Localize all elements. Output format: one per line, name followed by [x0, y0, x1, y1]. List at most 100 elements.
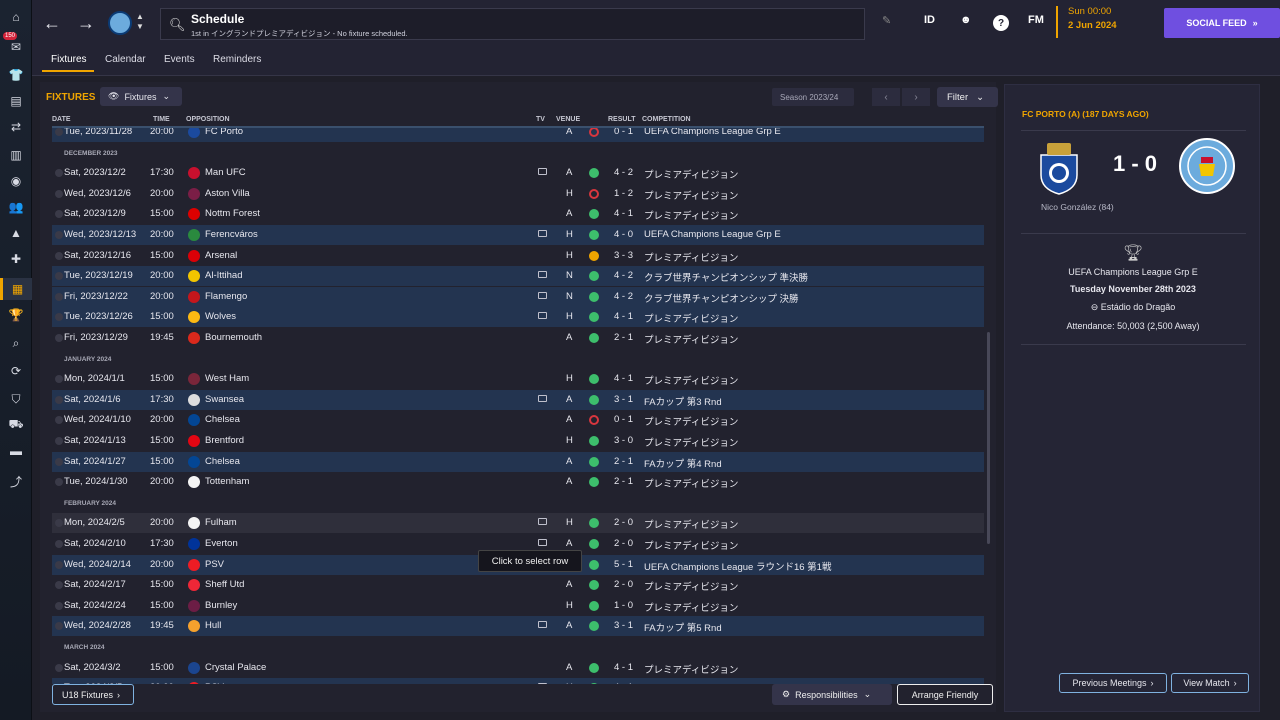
table-scrollbar[interactable]	[987, 332, 990, 544]
row-select-dot[interactable]	[55, 663, 63, 672]
table-row[interactable]: Sat, 2024/1/27 15:00 Chelsea A 2 - 1 FAカップ 第4…	[52, 451, 984, 472]
row-select-dot[interactable]	[55, 540, 63, 548]
fixture-competition[interactable]: プレミアディビジョン	[644, 250, 738, 264]
fixture-competition[interactable]: プレミアディビジョン	[644, 435, 738, 449]
finances-icon[interactable]: ▬	[7, 442, 25, 460]
row-select-dot[interactable]	[55, 272, 63, 281]
fixture-opposition[interactable]: Arsenal	[205, 250, 237, 261]
transfers-icon[interactable]: ⟳	[7, 362, 25, 380]
fixture-competition[interactable]: プレミアディビジョン	[644, 208, 738, 222]
table-row[interactable]: Sat, 2024/2/24 15:00 Burnley H 1 - 0 プレミアディビジ…	[52, 596, 984, 616]
row-select-dot[interactable]	[55, 231, 63, 239]
fixture-competition[interactable]: プレミアディビジョン	[644, 517, 738, 531]
fixture-competition[interactable]: プレミアディビジョン	[644, 538, 738, 552]
medical-icon[interactable]: ✚	[7, 250, 25, 268]
u18-fixtures-button[interactable]: U18 Fixtures ›	[52, 684, 134, 705]
fixture-competition[interactable]: プレミアディビジョン	[644, 476, 738, 490]
responsibilities-button[interactable]: ⚙ Responsibilities ⌄	[772, 684, 892, 705]
row-select-dot[interactable]	[55, 622, 63, 631]
fixture-competition[interactable]: クラブ世界チャンピオンシップ 決勝	[644, 291, 799, 305]
fixture-opposition[interactable]: Flamengo	[205, 291, 247, 302]
fixture-opposition[interactable]: FC Porto	[205, 128, 243, 137]
previous-meetings-button[interactable]: Previous Meetings ›	[1059, 673, 1167, 693]
competitions-icon[interactable]: 🏆	[7, 306, 25, 324]
fixture-competition[interactable]: プレミアディビジョン	[644, 311, 738, 325]
prev-season-button[interactable]: ‹	[872, 88, 900, 106]
fixture-opposition[interactable]: Sheff Utd	[205, 579, 244, 590]
row-select-dot[interactable]	[55, 478, 63, 487]
table-row[interactable]: Sat, 2024/1/6 17:30 Swansea A 3 - 1 FAカップ 第3 …	[52, 389, 984, 410]
table-row[interactable]: Sat, 2023/12/2 17:30 Man UFC A 4 - 2 プレミアディビジ…	[52, 163, 984, 183]
game-date[interactable]: Sun 00:00 2 Jun 2024	[1056, 6, 1117, 38]
fixture-opposition[interactable]: West Ham	[205, 373, 249, 384]
filter-button[interactable]: Filter ⌄	[937, 87, 998, 107]
table-row[interactable]: Sat, 2024/2/17 15:00 Sheff Utd A 2 - 0 プレミアディ…	[52, 575, 984, 595]
man-city-crest-icon[interactable]	[1179, 138, 1235, 194]
fixture-opposition[interactable]: Wolves	[205, 311, 236, 322]
back-arrow-icon[interactable]: ←	[40, 11, 64, 35]
table-row[interactable]: Wed, 2024/1/10 20:00 Chelsea A 0 - 1 プレミアディビジ…	[52, 410, 984, 430]
social-feed-button[interactable]: SOCIAL FEED »	[1164, 8, 1280, 38]
fixture-opposition[interactable]: Chelsea	[205, 414, 240, 425]
fixture-opposition[interactable]: Al-Ittihad	[205, 270, 243, 281]
col-result[interactable]: RESULT	[608, 116, 635, 123]
row-select-dot[interactable]	[55, 457, 63, 466]
squad-icon[interactable]: 👕	[7, 66, 25, 84]
fm-menu-button[interactable]: FM	[1028, 14, 1044, 26]
fixtures-view-dropdown[interactable]: 👁︎ Fixtures ⌄	[100, 87, 182, 106]
table-row[interactable]: Tue, 2024/1/30 20:00 Tottenham A 2 - 1 プレミアディ…	[52, 472, 984, 492]
table-row[interactable]: Mon, 2024/2/5 20:00 Fulham H 2 - 0 プレミアディビジョン	[52, 513, 984, 534]
row-select-dot[interactable]	[55, 334, 63, 342]
table-row[interactable]: Wed, 2024/2/28 19:45 Hull A 3 - 1 FAカップ 第5 Rn…	[52, 616, 984, 637]
dynamics-icon[interactable]: ▤	[7, 92, 25, 110]
forward-arrow-icon[interactable]: →	[74, 11, 98, 35]
data-hub-icon[interactable]: ▥	[7, 146, 25, 164]
schedule-icon[interactable]: ▦	[0, 278, 32, 300]
fc-porto-crest-icon[interactable]	[1037, 139, 1081, 195]
col-tv[interactable]: TV	[536, 116, 545, 123]
row-select-dot[interactable]	[55, 560, 63, 569]
row-select-dot[interactable]	[55, 292, 63, 301]
fixture-opposition[interactable]: Fulham	[205, 517, 237, 528]
row-select-dot[interactable]	[55, 189, 63, 198]
row-select-dot[interactable]	[55, 251, 63, 260]
fixture-competition[interactable]: UEFA Champions League ラウンド16 第1戦	[644, 559, 831, 573]
dev-centre-icon[interactable]: ⤴	[7, 472, 25, 490]
club-info-icon[interactable]: ⛉	[7, 390, 25, 408]
row-select-dot[interactable]	[55, 601, 63, 610]
club-crest-icon[interactable]	[108, 11, 132, 35]
row-select-dot[interactable]	[55, 210, 63, 219]
fixture-opposition[interactable]: Swansea	[205, 394, 244, 405]
fixture-competition[interactable]: プレミアディビジョン	[644, 332, 738, 346]
table-row[interactable]: Tue, 2023/12/19 20:00 Al-Ittihad N 4 - 2 クラブ世…	[52, 266, 984, 287]
fixture-opposition[interactable]: Hull	[205, 620, 221, 631]
row-select-dot[interactable]	[55, 437, 63, 445]
club-vision-icon[interactable]: ⛟	[7, 416, 25, 434]
table-row[interactable]: Wed, 2023/12/13 20:00 Ferencváros H 4 - 0 UEF…	[52, 225, 984, 245]
tactics-icon[interactable]: ⇄	[7, 118, 25, 136]
fixture-opposition[interactable]: PSV	[205, 559, 224, 570]
table-row[interactable]: Sat, 2023/12/9 15:00 Nottm Forest A 4 - 1 プレミ…	[52, 204, 984, 224]
table-row[interactable]: Fri, 2023/12/29 19:45 Bournemouth A 2 - 1 プレミ…	[52, 328, 984, 348]
next-season-button[interactable]: ›	[902, 88, 930, 106]
table-row[interactable]: Tue, 2023/12/26 15:00 Wolves H 4 - 1 プレミアディビジ…	[52, 307, 984, 328]
table-row[interactable]: Sat, 2023/12/16 15:00 Arsenal H 3 - 3 プレミアディビ…	[52, 246, 984, 266]
tab-events[interactable]: Events	[164, 54, 195, 65]
row-select-dot[interactable]	[55, 519, 63, 528]
tab-reminders[interactable]: Reminders	[213, 54, 261, 65]
table-row[interactable]: Sat, 2024/1/13 15:00 Brentford H 3 - 0 プレミアディ…	[52, 431, 984, 451]
tab-fixtures[interactable]: Fixtures	[51, 54, 87, 65]
table-row[interactable]: Wed, 2023/12/6 20:00 Aston Villa H 1 - 2 プレミア…	[52, 184, 984, 204]
fixture-opposition[interactable]: Chelsea	[205, 456, 240, 467]
fixture-opposition[interactable]: Brentford	[205, 435, 244, 446]
fixture-opposition[interactable]: Burnley	[205, 600, 237, 611]
fixture-competition[interactable]: UEFA Champions League Grp E	[644, 229, 781, 240]
search-bar[interactable]: 🔍︎ Schedule 1st in イングランドプレミアディビジョン - No…	[160, 8, 865, 40]
col-time[interactable]: TIME	[153, 116, 170, 123]
fixture-competition[interactable]: FAカップ 第4 Rnd	[644, 456, 722, 470]
col-competition[interactable]: COMPETITION	[642, 116, 691, 123]
club-switch-chevrons-icon[interactable]: ▲ ▼	[136, 12, 144, 32]
table-row[interactable]: Fri, 2023/12/22 20:00 Flamengo N 4 - 2 クラブ世界チ…	[52, 286, 984, 307]
season-selector[interactable]: Season 2023/24	[772, 88, 854, 106]
col-opposition[interactable]: OPPOSITION	[186, 116, 230, 123]
